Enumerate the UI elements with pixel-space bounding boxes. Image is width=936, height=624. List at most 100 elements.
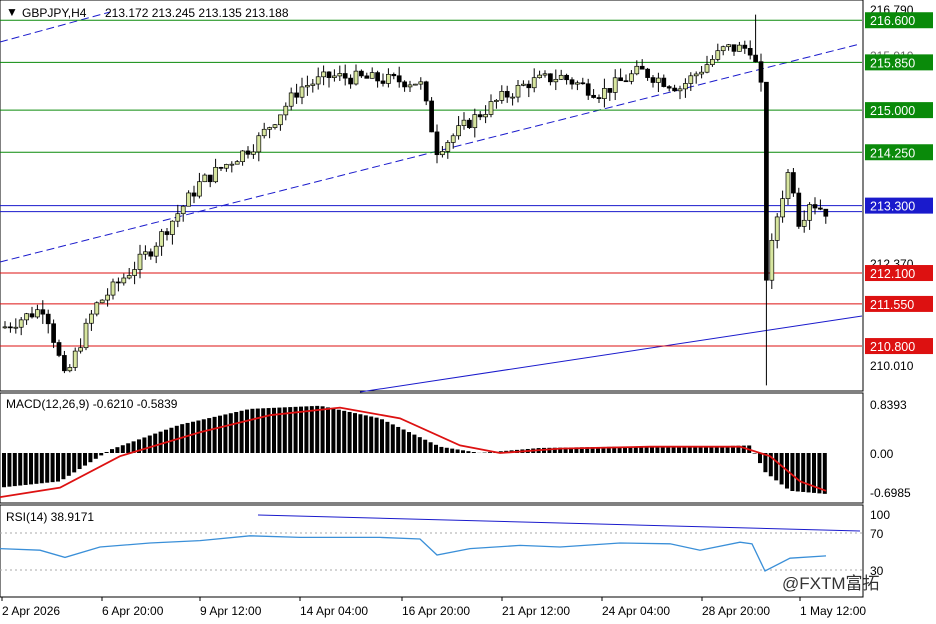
candle-body — [726, 44, 731, 48]
candle-body — [78, 347, 83, 352]
candle-body — [456, 125, 461, 137]
candle-body — [364, 75, 370, 79]
candle-body — [623, 80, 629, 83]
candle-body — [2, 326, 8, 329]
macd-bar — [12, 453, 17, 487]
rsi-axis-100: 100 — [870, 508, 890, 522]
candle-body — [207, 174, 213, 183]
candle-body — [224, 164, 229, 169]
candle-body — [89, 313, 94, 324]
macd-bar — [66, 453, 71, 476]
macd-bar — [126, 443, 131, 453]
macd-bar — [466, 451, 471, 453]
macd-bar — [353, 413, 357, 453]
candle-body — [531, 77, 537, 89]
macd-bar — [293, 406, 298, 453]
macd-bar — [758, 453, 762, 464]
candle-body — [488, 101, 494, 115]
candle-body — [137, 253, 143, 270]
macd-bar — [320, 406, 325, 453]
candle-body — [391, 73, 397, 77]
candle-body — [650, 77, 656, 83]
rsi-panel[interactable] — [0, 504, 864, 598]
macd-bar — [822, 453, 827, 494]
candle-body — [245, 150, 251, 155]
candle-body — [807, 204, 812, 221]
candle-body — [18, 319, 24, 328]
candle-body — [67, 367, 73, 372]
candle-body — [353, 70, 359, 85]
macd-bar — [309, 406, 314, 453]
candle-body — [326, 71, 332, 78]
candle-body — [380, 80, 386, 84]
candle-body — [321, 71, 326, 78]
candle-body — [342, 73, 348, 79]
macd-bar — [390, 424, 395, 453]
candle-body — [24, 313, 29, 321]
macd-bar — [671, 446, 676, 453]
candle-body — [742, 44, 748, 49]
macd-bar — [444, 447, 449, 453]
candle-body — [99, 299, 105, 304]
macd-bar — [191, 421, 195, 453]
macd-bar — [331, 408, 336, 453]
macd-bar — [374, 417, 379, 453]
candle-body — [639, 65, 645, 70]
candle-body — [715, 50, 721, 60]
candle-body — [35, 309, 40, 318]
macd-bar — [693, 446, 698, 453]
macd-bar — [682, 446, 687, 453]
candle-body — [612, 77, 618, 93]
time-label: 21 Apr 12:00 — [502, 604, 570, 618]
level-tag-216.600: 216.600 — [870, 14, 915, 28]
macd-bar — [93, 453, 98, 459]
candle-body — [774, 216, 780, 241]
candle-body — [677, 88, 683, 92]
macd-bar — [196, 420, 201, 453]
macd-bar — [110, 449, 114, 453]
collapse-arrow-icon[interactable]: ▼ — [6, 5, 18, 19]
macd-bar — [115, 447, 120, 453]
candle-body — [407, 84, 413, 88]
candle-body — [467, 119, 472, 129]
time-label: 2 Apr 2026 — [2, 604, 60, 618]
candle-body — [477, 114, 483, 118]
macd-bar — [158, 431, 163, 453]
macd-bar — [218, 415, 222, 453]
candle-body — [780, 198, 785, 218]
candle-body — [315, 76, 321, 85]
macd-bar — [212, 416, 217, 453]
macd-bar — [752, 453, 757, 454]
macd-bar — [801, 453, 806, 492]
level-tag-215.000: 215.000 — [870, 104, 915, 118]
candle-body — [823, 208, 829, 217]
candle-body — [369, 72, 375, 79]
candle-body — [418, 81, 424, 85]
candle-body — [62, 355, 67, 372]
price-panel[interactable] — [0, 0, 864, 392]
candle-body — [148, 251, 154, 257]
macd-bar — [369, 416, 374, 453]
candle-body — [607, 88, 613, 93]
candle-body — [305, 85, 310, 88]
macd-bar — [396, 426, 401, 453]
candle-body — [801, 219, 807, 227]
macd-bar — [660, 446, 665, 453]
candle-body — [569, 79, 575, 85]
macd-bar — [779, 453, 784, 485]
macd-bar — [255, 408, 260, 453]
macd-bar — [239, 410, 244, 453]
candle-body — [564, 74, 569, 81]
candle-body — [699, 71, 704, 75]
candle-body — [251, 151, 256, 155]
macd-bar — [417, 437, 422, 453]
candle-body — [791, 172, 796, 194]
candle-body — [283, 105, 289, 116]
candle-body — [591, 94, 596, 98]
macd-bar — [790, 453, 795, 492]
level-tag-212.100: 212.100 — [870, 267, 915, 281]
candle-body — [126, 275, 132, 279]
candle-body — [672, 87, 677, 92]
chart-window[interactable]: ▼ GBPJPY,H4 213.172 213.245 213.135 213.… — [0, 0, 936, 624]
candle-body — [818, 207, 823, 210]
